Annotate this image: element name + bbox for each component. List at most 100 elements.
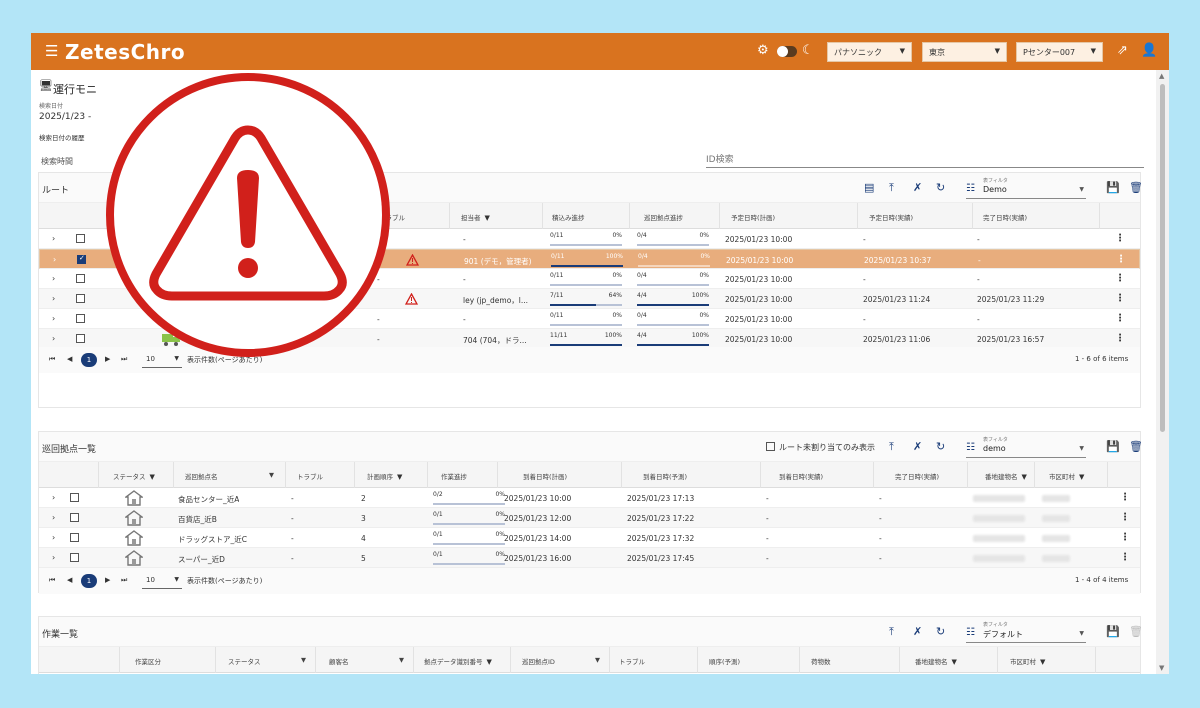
- row-menu-icon[interactable]: ⋮: [1120, 532, 1130, 543]
- scroll-down-icon[interactable]: ▼: [1159, 664, 1164, 672]
- column-header[interactable]: 計画順序 ▼: [367, 471, 402, 481]
- row-menu-icon[interactable]: ⋮: [1120, 492, 1130, 503]
- save-icon[interactable]: 💾: [1106, 181, 1120, 194]
- page-number[interactable]: 1: [81, 574, 97, 588]
- column-header[interactable]: 到着日時(計画): [523, 471, 567, 481]
- refresh-icon[interactable]: ↻: [936, 440, 945, 453]
- user-settings-icon[interactable]: 👤: [1141, 43, 1157, 59]
- column-header[interactable]: 市区町村 ▼: [1010, 656, 1045, 666]
- filter-icon[interactable]: ▼: [1022, 473, 1027, 481]
- page-size-select[interactable]: 10 ▼: [142, 573, 182, 589]
- gear-icon[interactable]: ⚙: [757, 43, 769, 59]
- column-header[interactable]: ステータス: [228, 656, 261, 666]
- scroll-up-icon[interactable]: ▲: [1159, 72, 1164, 80]
- row-checkbox[interactable]: [76, 334, 85, 343]
- chevron-right-icon[interactable]: ›: [53, 255, 56, 264]
- export-icon[interactable]: ⤒: [889, 440, 894, 453]
- row-menu-icon[interactable]: ⋮: [1115, 293, 1125, 304]
- column-header[interactable]: 作業進捗: [441, 471, 467, 481]
- excel-icon[interactable]: ✗: [913, 625, 922, 638]
- chevron-right-icon[interactable]: ›: [52, 294, 55, 303]
- prev-page-icon[interactable]: ◀: [67, 355, 72, 363]
- last-page-icon[interactable]: ⏭: [121, 576, 127, 585]
- chevron-right-icon[interactable]: ›: [52, 513, 55, 522]
- next-page-icon[interactable]: ▶: [105, 355, 110, 363]
- stops-filter-select[interactable]: ☷ 表フィルタ demo ▼: [966, 436, 1086, 458]
- column-header[interactable]: 拠点データ識別番号 ▼: [424, 656, 492, 666]
- filter-icon[interactable]: ▼: [1079, 473, 1084, 481]
- column-header[interactable]: 荷物数: [811, 656, 831, 666]
- last-page-icon[interactable]: ⏭: [121, 355, 127, 364]
- row-menu-icon[interactable]: ⋮: [1116, 254, 1126, 265]
- row-menu-icon[interactable]: ⋮: [1115, 273, 1125, 284]
- filter-icon[interactable]: ▼: [399, 656, 404, 664]
- row-menu-icon[interactable]: ⋮: [1115, 313, 1125, 324]
- column-header[interactable]: 予定日時(計画): [731, 212, 775, 222]
- page-size-select[interactable]: 10 ▼: [142, 352, 182, 368]
- menu-icon[interactable]: ☰: [45, 43, 58, 60]
- prev-page-icon[interactable]: ◀: [67, 576, 72, 584]
- export-icon[interactable]: ⤒: [889, 625, 894, 638]
- filter-icon[interactable]: ▼: [301, 656, 306, 664]
- export-icon[interactable]: ⤒: [889, 181, 894, 194]
- filter-icon[interactable]: ▼: [397, 473, 402, 481]
- row-checkbox[interactable]: [70, 533, 79, 542]
- trash-icon[interactable]: 🗑: [1129, 181, 1143, 194]
- unassigned-checkbox[interactable]: [766, 442, 775, 451]
- column-header[interactable]: 番地建物名 ▼: [985, 471, 1027, 481]
- chevron-right-icon[interactable]: ›: [52, 314, 55, 323]
- search-time-field[interactable]: 検索時間: [41, 156, 73, 167]
- id-search-input[interactable]: ID検索: [706, 152, 1144, 168]
- document-icon[interactable]: ▤: [864, 181, 874, 194]
- date-value[interactable]: 2025/1/23 -: [39, 112, 91, 122]
- save-icon[interactable]: 💾: [1106, 440, 1120, 453]
- chevron-right-icon[interactable]: ›: [52, 274, 55, 283]
- trash-icon[interactable]: 🗑: [1129, 440, 1143, 453]
- column-header[interactable]: 巡回拠点進捗: [644, 212, 683, 222]
- chevron-right-icon[interactable]: ›: [52, 334, 55, 343]
- row-menu-icon[interactable]: ⋮: [1115, 333, 1125, 344]
- next-page-icon[interactable]: ▶: [105, 576, 110, 584]
- table-row[interactable]: › 百貨店_近B - 3 0/1 0% 2025/01/23 12:00 2025/01/23…: [39, 508, 1140, 528]
- filter-icon[interactable]: ▼: [485, 214, 490, 222]
- column-header[interactable]: 予定日時(実績): [869, 212, 913, 222]
- column-header[interactable]: トラブル: [297, 471, 323, 481]
- row-checkbox[interactable]: [77, 254, 86, 264]
- filter-icon[interactable]: ▼: [952, 658, 957, 666]
- chevron-right-icon[interactable]: ›: [52, 493, 55, 502]
- refresh-icon[interactable]: ↻: [936, 181, 945, 194]
- column-header[interactable]: ステータス ▼: [113, 471, 155, 481]
- row-checkbox[interactable]: [76, 314, 85, 323]
- chevron-right-icon[interactable]: ›: [52, 234, 55, 243]
- column-header[interactable]: 積込み進捗: [552, 212, 585, 222]
- filter-icon[interactable]: ▼: [269, 471, 274, 479]
- column-header[interactable]: 到着日時(実績): [779, 471, 823, 481]
- row-checkbox[interactable]: [70, 553, 79, 562]
- column-header[interactable]: 巡回拠点名: [185, 471, 218, 481]
- excel-icon[interactable]: ✗: [913, 440, 922, 453]
- chevron-right-icon[interactable]: ›: [52, 553, 55, 562]
- excel-icon[interactable]: ✗: [913, 181, 922, 194]
- tasks-filter-select[interactable]: ☷ 表フィルタ デフォルト ▼: [966, 621, 1086, 643]
- refresh-icon[interactable]: ↻: [936, 625, 945, 638]
- filter-icon[interactable]: ▼: [150, 473, 155, 481]
- page-number[interactable]: 1: [81, 353, 97, 367]
- row-menu-icon[interactable]: ⋮: [1115, 233, 1125, 244]
- column-header[interactable]: 順序(予測): [709, 656, 740, 666]
- row-checkbox[interactable]: [70, 493, 79, 502]
- column-header[interactable]: 巡回拠点ID: [522, 656, 555, 666]
- table-row[interactable]: › 食品センター_近A - 2 0/2 0% 2025/01/23 10:00 2025/01…: [39, 488, 1140, 508]
- row-checkbox[interactable]: [70, 513, 79, 522]
- save-icon[interactable]: 💾: [1106, 625, 1120, 638]
- column-header[interactable]: 顧客名: [329, 656, 349, 666]
- filter-icon[interactable]: ▼: [487, 658, 492, 666]
- scrollbar-thumb[interactable]: [1160, 84, 1165, 432]
- table-row[interactable]: › ドラッグストア_近C - 4 0/1 0% 2025/01/23 14:00 2025/0…: [39, 528, 1140, 548]
- routes-filter-select[interactable]: ☷ 表フィルタ Demo ▼: [966, 177, 1086, 199]
- external-link-icon[interactable]: ⇗: [1117, 43, 1128, 59]
- table-row[interactable]: › スーパー_近D - 5 0/1 0% 2025/01/23 16:00 2025/01/2…: [39, 548, 1140, 568]
- first-page-icon[interactable]: ⏮: [49, 355, 55, 364]
- row-menu-icon[interactable]: ⋮: [1120, 552, 1130, 563]
- column-header[interactable]: 作業区分: [135, 656, 161, 666]
- date-history-label[interactable]: 検索日付の履歴: [39, 132, 85, 142]
